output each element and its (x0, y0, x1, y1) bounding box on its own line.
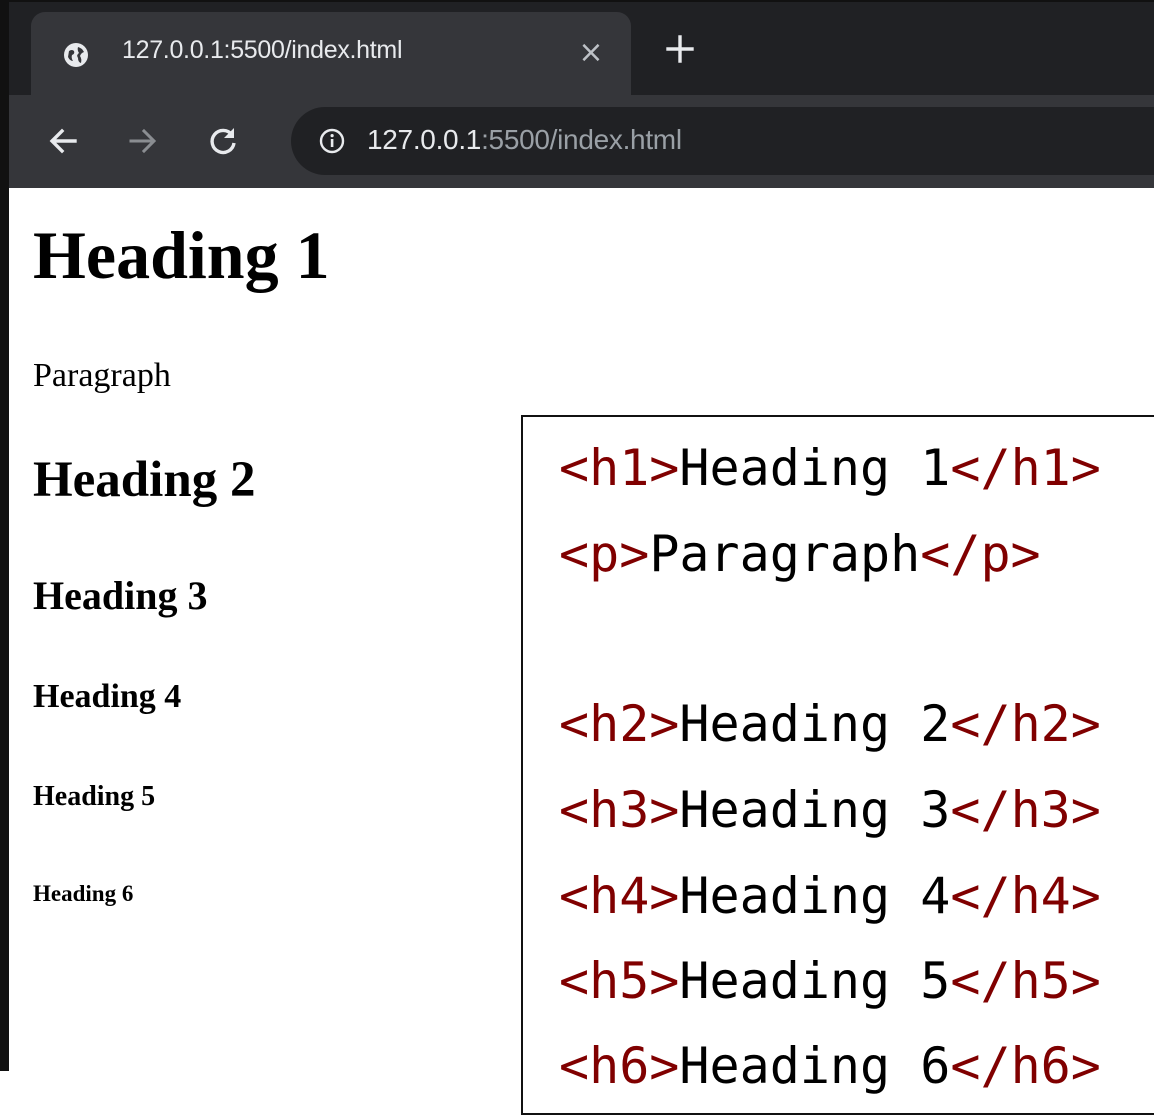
code-close-tag: </h6> (950, 1037, 1101, 1095)
plus-icon[interactable] (665, 34, 695, 64)
code-close-tag: </h1> (950, 439, 1101, 497)
code-open-tag: <h1> (559, 439, 680, 497)
code-open-tag: <h6> (559, 1037, 680, 1095)
arrow-left-icon[interactable] (47, 125, 79, 157)
code-line-h6: <h6>Heading 6</h6> (559, 1037, 1101, 1095)
code-close-tag: </p> (920, 525, 1041, 583)
url-path: :5500/index.html (481, 124, 682, 155)
tab-strip: 127.0.0.1:5500/index.html × (9, 2, 1154, 100)
code-line-h5: <h5>Heading 5</h5> (559, 952, 1101, 1010)
code-text: Heading 6 (679, 1037, 951, 1095)
tab-title: 127.0.0.1:5500/index.html (122, 36, 403, 64)
reload-icon[interactable] (207, 125, 239, 157)
heading-3: Heading 3 (33, 573, 208, 618)
code-line-h3: <h3>Heading 3</h3> (559, 781, 1101, 839)
heading-6: Heading 6 (33, 881, 134, 906)
code-line-h4: <h4>Heading 4</h4> (559, 867, 1101, 925)
code-open-tag: <h2> (559, 695, 680, 753)
code-snippet-panel: <h1>Heading 1</h1> <p>Paragraph</p> <h2>… (521, 415, 1154, 1115)
heading-2: Heading 2 (33, 452, 256, 508)
url-text[interactable]: 127.0.0.1:5500/index.html (367, 124, 682, 156)
paragraph: Paragraph (33, 357, 171, 394)
code-text: Heading 4 (679, 867, 951, 925)
code-open-tag: <h4> (559, 867, 680, 925)
code-open-tag: <p> (559, 525, 650, 583)
url-host: 127.0.0.1 (367, 124, 482, 155)
code-text: Heading 2 (679, 695, 951, 753)
code-line-p: <p>Paragraph</p> (559, 525, 1041, 583)
code-close-tag: </h2> (950, 695, 1101, 753)
code-text: Heading 5 (679, 952, 951, 1010)
code-open-tag: <h3> (559, 781, 680, 839)
code-line-h1: <h1>Heading 1</h1> (559, 439, 1101, 497)
code-close-tag: </h4> (950, 867, 1101, 925)
code-text: Paragraph (649, 525, 921, 583)
heading-1: Heading 1 (33, 217, 330, 293)
globe-icon (64, 43, 88, 67)
tab-close-icon[interactable]: × (576, 38, 606, 68)
code-close-tag: </h5> (950, 952, 1101, 1010)
arrow-right-icon[interactable] (127, 125, 159, 157)
code-line-h2: <h2>Heading 2</h2> (559, 695, 1101, 753)
code-text: Heading 3 (679, 781, 951, 839)
browser-toolbar: 127.0.0.1:5500/index.html (9, 95, 1154, 188)
address-bar[interactable]: 127.0.0.1:5500/index.html (291, 107, 1154, 175)
heading-5: Heading 5 (33, 781, 156, 812)
code-text: Heading 1 (679, 439, 951, 497)
code-open-tag: <h5> (559, 952, 680, 1010)
browser-tab[interactable]: 127.0.0.1:5500/index.html × (31, 12, 631, 100)
heading-4: Heading 4 (33, 678, 182, 715)
info-icon[interactable] (319, 128, 345, 154)
code-close-tag: </h3> (950, 781, 1101, 839)
